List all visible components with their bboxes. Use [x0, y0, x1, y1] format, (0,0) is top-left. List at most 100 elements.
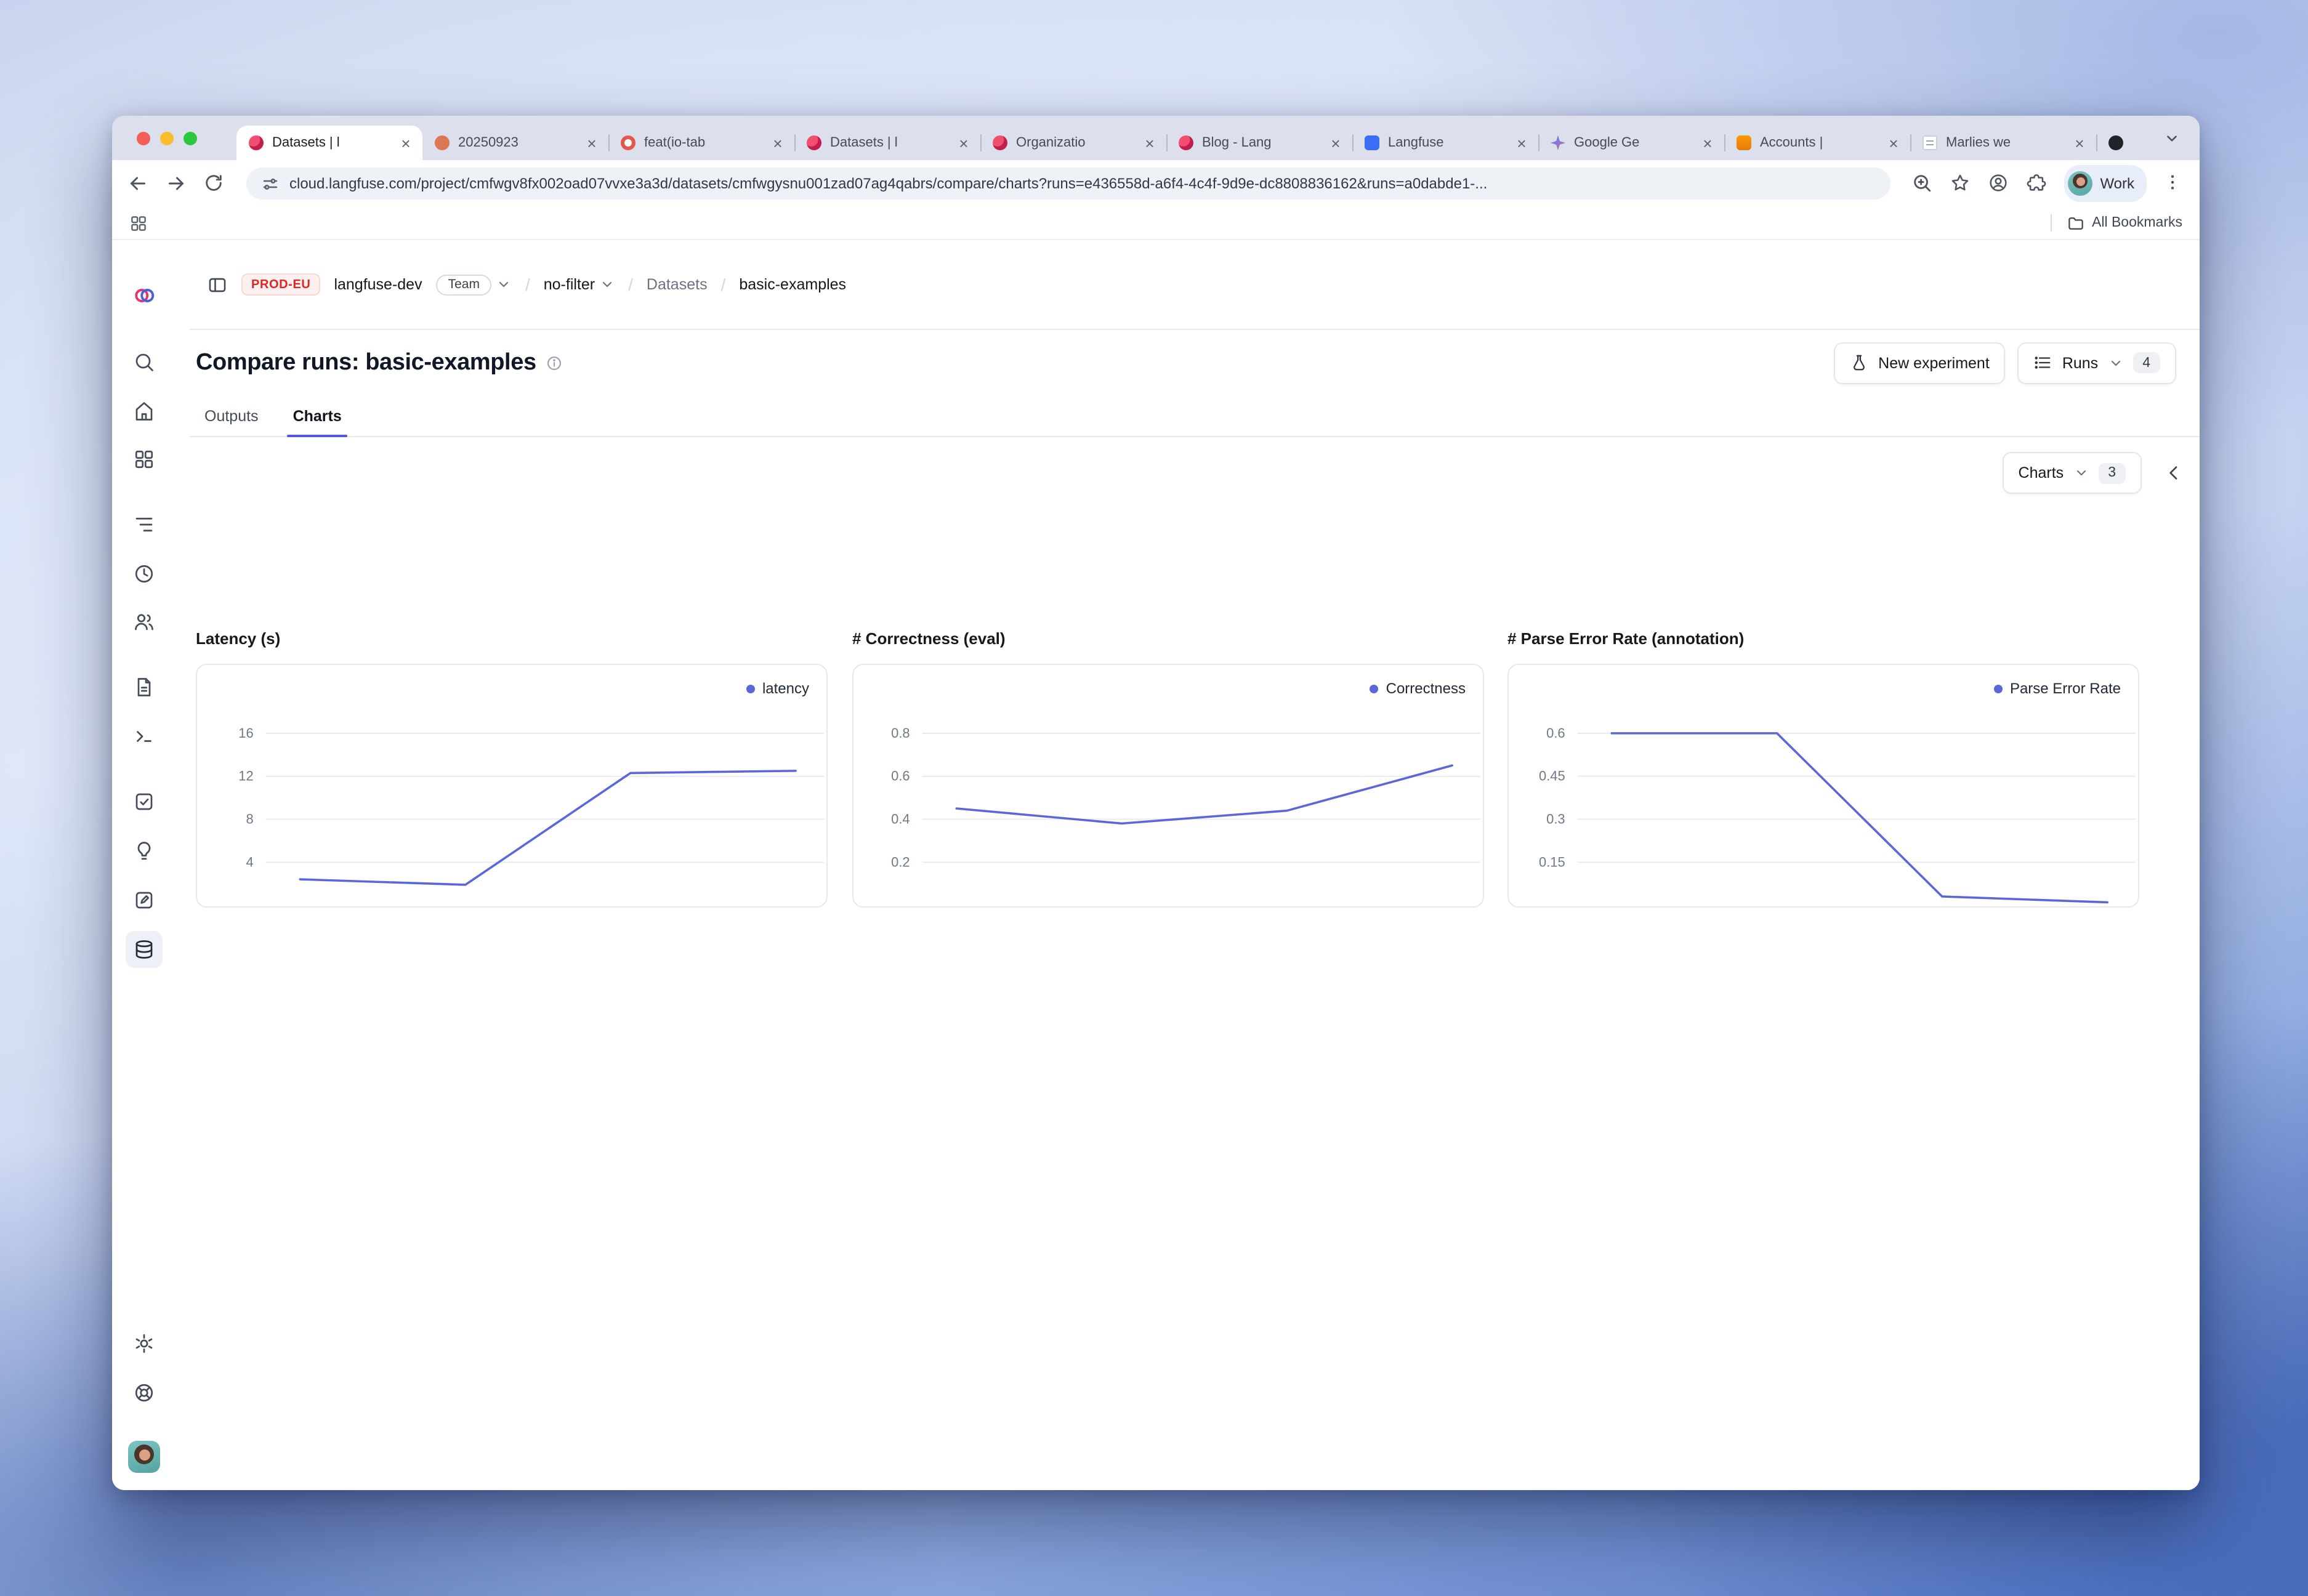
- correctness-line-chart: 0.20.40.60.8: [853, 665, 1483, 906]
- tab-close-icon[interactable]: ×: [769, 134, 787, 152]
- user-avatar[interactable]: [128, 1441, 160, 1473]
- apps-grid-icon[interactable]: [129, 214, 148, 232]
- chart-legend: Correctness: [1370, 680, 1466, 697]
- tracing-icon[interactable]: [133, 514, 155, 536]
- charts-content: Charts 3 Latency (s) latency 481216: [190, 437, 2200, 1490]
- org-switcher[interactable]: Team: [436, 274, 512, 295]
- users-icon[interactable]: [133, 611, 155, 633]
- legend-dot: [1370, 684, 1379, 693]
- home-icon[interactable]: [133, 400, 155, 422]
- claude-favicon: [435, 135, 450, 150]
- browser-tab[interactable]: Datasets | l×: [794, 126, 980, 160]
- tab-close-icon[interactable]: ×: [2070, 134, 2089, 152]
- profile-name: Work: [2100, 175, 2134, 192]
- maximize-window-button[interactable]: [184, 132, 197, 145]
- tab-close-icon[interactable]: ×: [1140, 134, 1159, 152]
- browser-tab[interactable]: feat(io-tab×: [608, 126, 794, 160]
- settings-gear-icon[interactable]: [133, 1332, 155, 1355]
- all-bookmarks-button[interactable]: All Bookmarks: [2066, 214, 2182, 232]
- tab-search-chevron-icon[interactable]: [2160, 127, 2182, 149]
- browser-menu-kebab-icon[interactable]: [2163, 172, 2185, 195]
- chart-title: Latency (s): [196, 629, 828, 649]
- browser-tab[interactable]: Marlies we×: [1910, 126, 2096, 160]
- prompts-icon[interactable]: [133, 676, 155, 698]
- tab-close-icon[interactable]: ×: [583, 134, 601, 152]
- tab-close-icon[interactable]: ×: [1512, 134, 1531, 152]
- playground-terminal-icon[interactable]: [133, 725, 155, 748]
- evaluators-icon[interactable]: [133, 791, 155, 813]
- desktop-background: Datasets | l×20250923×feat(io-tab×Datase…: [0, 0, 2308, 1596]
- browser-tab[interactable]: Google Ge ×: [1538, 126, 1724, 160]
- zoom-icon[interactable]: [1911, 172, 1934, 195]
- breadcrumb-datasets-link[interactable]: Datasets: [647, 276, 708, 293]
- search-icon[interactable]: [133, 351, 155, 373]
- tab-close-icon[interactable]: ×: [1884, 134, 1903, 152]
- datasets-icon[interactable]: [133, 938, 155, 961]
- chart-card: latency 481216: [196, 664, 828, 908]
- close-window-button[interactable]: [137, 132, 150, 145]
- tab-outputs[interactable]: Outputs: [202, 395, 261, 436]
- chart-legend: Parse Error Rate: [1994, 680, 2121, 697]
- annotation-icon[interactable]: [133, 889, 155, 911]
- new-experiment-button[interactable]: New experiment: [1834, 342, 2006, 384]
- support-icon[interactable]: [133, 1382, 155, 1404]
- charts-dropdown-label: Charts: [2019, 464, 2064, 482]
- svg-text:8: 8: [246, 811, 253, 826]
- github-favicon: [2108, 135, 2123, 150]
- extensions-puzzle-icon[interactable]: [2026, 172, 2048, 195]
- tab-title: Blog - Lang: [1202, 135, 1318, 150]
- judge-lightbulb-icon[interactable]: [133, 840, 155, 862]
- browser-extension-icon[interactable]: [1988, 172, 2010, 195]
- browser-tab[interactable]: 20250923×: [422, 126, 608, 160]
- browser-tab[interactable]: docs: add×: [2096, 126, 2131, 160]
- svg-text:16: 16: [238, 725, 253, 741]
- dashboards-icon[interactable]: [133, 448, 155, 470]
- langfuse-logo[interactable]: [133, 284, 155, 307]
- forward-button[interactable]: [165, 172, 187, 195]
- environment-badge: PROD-EU: [241, 273, 320, 296]
- svg-text:0.6: 0.6: [891, 768, 910, 784]
- chevron-down-icon: [600, 277, 615, 292]
- runs-label: Runs: [2062, 354, 2098, 371]
- back-button[interactable]: [127, 172, 149, 195]
- site-settings-icon[interactable]: [261, 174, 280, 193]
- sessions-clock-icon[interactable]: [133, 563, 155, 585]
- tab-title: Google Ge: [1574, 135, 1690, 150]
- browser-profile-chip[interactable]: Work: [2064, 165, 2147, 202]
- tab-title: Organizatio: [1016, 135, 1132, 150]
- bookmarks-bar: All Bookmarks: [112, 207, 2200, 240]
- chart-card: Parse Error Rate 0.150.30.450.6: [1507, 664, 2139, 908]
- page-title: Compare runs: basic-examples: [196, 349, 536, 376]
- tab-close-icon[interactable]: ×: [954, 134, 973, 152]
- svg-text:0.2: 0.2: [891, 854, 910, 869]
- svg-text:12: 12: [238, 768, 253, 784]
- browser-tabs: Datasets | l×20250923×feat(io-tab×Datase…: [236, 126, 2131, 160]
- org-plan-badge: Team: [436, 274, 492, 295]
- tab-close-icon[interactable]: ×: [1326, 134, 1345, 152]
- browser-tab[interactable]: Organizatio ×: [980, 126, 1166, 160]
- chart-group-latency: Latency (s) latency 481216: [196, 629, 828, 908]
- tab-close-icon[interactable]: ×: [397, 134, 415, 152]
- browser-tab[interactable]: Langfuse×: [1352, 126, 1538, 160]
- runs-dropdown-button[interactable]: Runs 4: [2018, 342, 2176, 384]
- address-bar[interactable]: cloud.langfuse.com/project/cmfwgv8fx002o…: [246, 167, 1890, 200]
- charts-dropdown-button[interactable]: Charts 3: [2003, 452, 2142, 494]
- collapse-panel-chevron-icon[interactable]: [2164, 463, 2184, 483]
- project-switcher[interactable]: no-filter: [544, 276, 615, 293]
- browser-tab[interactable]: Blog - Lang ×: [1166, 126, 1352, 160]
- tab-close-icon[interactable]: ×: [1698, 134, 1717, 152]
- sidebar-toggle-icon[interactable]: [207, 274, 228, 295]
- svg-text:0.6: 0.6: [1546, 725, 1565, 741]
- tab-charts[interactable]: Charts: [291, 395, 344, 436]
- minimize-window-button[interactable]: [160, 132, 174, 145]
- reload-button[interactable]: [203, 172, 225, 195]
- bookmark-star-icon[interactable]: [1950, 172, 1972, 195]
- info-icon[interactable]: [546, 354, 563, 371]
- org-name[interactable]: langfuse-dev: [334, 276, 422, 293]
- view-tabs: Outputs Charts: [190, 395, 2200, 437]
- project-name: no-filter: [544, 276, 595, 293]
- breadcrumb-dataset-name[interactable]: basic-examples: [739, 276, 846, 293]
- browser-tab[interactable]: Accounts |×: [1724, 126, 1910, 160]
- page-title-row: Compare runs: basic-examples New experim…: [190, 330, 2200, 395]
- browser-tab[interactable]: Datasets | l×: [236, 126, 422, 160]
